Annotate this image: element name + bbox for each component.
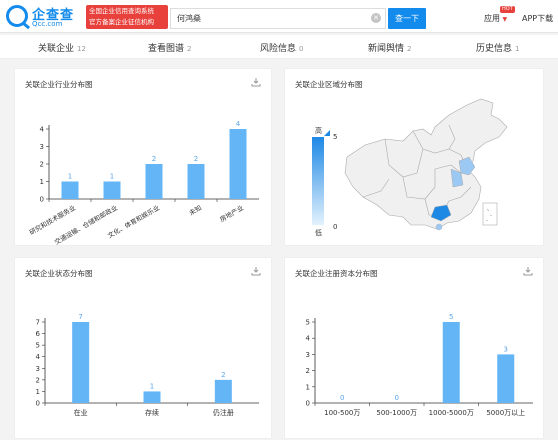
certification-badge[interactable]: 全国企业信用查询系统 官方备案企业征信机构 [86, 5, 168, 29]
tab-label: 查看图谱 [148, 44, 185, 54]
bar [187, 164, 205, 199]
bar [229, 129, 247, 199]
y-tick-label: 4 [36, 353, 41, 361]
legend-min-value: 0 [333, 223, 337, 231]
tab-graph[interactable]: 查看图谱 2 [148, 41, 191, 54]
tab-label: 新闻舆情 [368, 44, 405, 54]
data-label: 0 [340, 394, 344, 402]
y-tick-label: 6 [36, 330, 41, 338]
bar [143, 391, 161, 403]
tab-count: 12 [77, 45, 86, 53]
status-chart-card: 关联企业状态分布图 0 1 2 3 4 5 6 7 7 在业 1 存续 2 仍注册 [14, 257, 272, 439]
bar [103, 181, 121, 199]
y-tick-label: 0 [306, 400, 310, 408]
data-label: 0 [395, 394, 399, 402]
bar [61, 181, 79, 199]
x-tick-label: 未知 [187, 203, 203, 217]
logo-icon [6, 5, 28, 27]
x-tick-label: 5000万以上 [486, 408, 525, 417]
capital-bar-chart: 0 1 2 3 4 5 0 100-500万 0 500-1000万 5 1000-5000万 3 500… [306, 313, 533, 417]
south-sea-islands [485, 208, 493, 222]
south-sea-inset [482, 202, 498, 226]
tab-related-companies[interactable]: 关联企业 12 [38, 41, 86, 54]
bar [145, 164, 163, 199]
tab-history[interactable]: 历史信息 1 [476, 41, 519, 54]
y-tick-label: 5 [36, 342, 40, 350]
data-label: 7 [78, 313, 82, 321]
tab-bar: 关联企业 12 查看图谱 2 风险信息 0 新闻舆情 2 历史信息 1 [0, 35, 558, 59]
bar [72, 322, 90, 403]
legend-gradient-bar [312, 137, 324, 225]
y-tick-label: 2 [36, 376, 40, 384]
industry-chart-card: 关联企业行业分布图 0 1 2 3 4 1 研究和技术服务业 1 交通运输、仓储和邮政业 2 文化、… [14, 68, 272, 246]
y-tick-label: 1 [306, 383, 310, 391]
data-label: 1 [110, 173, 114, 181]
y-tick-label: 3 [36, 365, 40, 373]
industry-bar-chart: 012341研究和技术服务业1交通运输、仓储和邮政业2文化、体育和娱乐业2未知4… [27, 120, 259, 246]
y-tick-label: 0 [40, 196, 44, 204]
y-tick-label: 2 [40, 161, 44, 169]
tab-count: 2 [187, 45, 192, 53]
logo-domain: Qcc.com [32, 20, 63, 28]
region-map-card: 关联企业区域分布图 高 5 0 低 [284, 68, 544, 246]
search-box: ✕ [170, 8, 386, 29]
app-menu-label: 应用 [484, 14, 500, 23]
app-menu[interactable]: 应用 ▼ [484, 13, 507, 24]
tab-count: 0 [299, 45, 304, 53]
capital-chart-card: 关联企业注册资本分布图 0 1 2 3 4 5 0 100-500万 0 500-1000万 5 10… [284, 257, 544, 439]
app-download-link[interactable]: APP下载 [522, 13, 553, 24]
data-label: 1 [68, 173, 72, 181]
highlight-island[interactable] [435, 223, 443, 231]
tab-risk[interactable]: 风险信息 0 [260, 41, 303, 54]
data-label: 2 [221, 371, 225, 379]
search-button[interactable]: 查一下 [388, 8, 426, 29]
tab-news[interactable]: 新闻舆情 2 [368, 41, 411, 54]
y-tick-label: 1 [36, 388, 40, 396]
bar [214, 379, 232, 403]
y-tick-label: 1 [40, 178, 44, 186]
hot-tag: HOT [500, 6, 515, 13]
data-label: 2 [152, 155, 156, 163]
bar [442, 322, 460, 403]
badge-line-2: 官方备案企业征信机构 [89, 18, 154, 26]
china-region-map: 高 5 0 低 [312, 98, 508, 237]
y-tick-label: 2 [306, 367, 310, 375]
x-tick-label: 房地产业 [218, 203, 245, 224]
y-tick-label: 0 [36, 400, 40, 408]
y-tick-label: 4 [40, 126, 45, 134]
tab-label: 关联企业 [38, 44, 75, 54]
x-tick-label: 100-500万 [324, 409, 360, 417]
x-tick-label: 1000-5000万 [429, 409, 474, 417]
tab-label: 风险信息 [260, 44, 297, 54]
data-label: 1 [150, 382, 154, 390]
x-tick-label: 仍注册 [213, 408, 234, 417]
legend-low-label: 低 [315, 228, 322, 237]
legend-high-handle-icon[interactable] [324, 130, 330, 136]
data-label: 5 [449, 313, 453, 321]
bar [497, 354, 515, 403]
top-bar: 企查查 Qcc.com 全国企业信用查询系统 官方备案企业征信机构 ✕ 查一下 … [0, 0, 558, 33]
x-tick-label: 在业 [74, 408, 88, 417]
tab-count: 2 [407, 45, 412, 53]
caret-down-icon: ▼ [502, 16, 508, 23]
y-tick-label: 7 [36, 319, 40, 327]
y-tick-label: 3 [306, 351, 310, 359]
tab-label: 历史信息 [476, 44, 513, 54]
data-label: 4 [236, 120, 241, 128]
status-bar-chart: 0 1 2 3 4 5 6 7 7 在业 1 存续 2 仍注册 [36, 313, 259, 417]
y-tick-label: 5 [306, 319, 310, 327]
badge-line-1: 全国企业信用查询系统 [89, 7, 154, 15]
logo[interactable]: 企查查 Qcc.com [6, 4, 82, 30]
search-input[interactable] [171, 9, 367, 28]
y-tick-label: 4 [306, 335, 311, 343]
x-tick-label: 存续 [145, 408, 159, 417]
y-tick-label: 3 [40, 143, 44, 151]
tab-count: 1 [515, 45, 520, 53]
x-tick-label: 500-1000万 [376, 409, 417, 417]
data-label: 3 [504, 345, 508, 353]
legend-high-label: 高 [315, 126, 322, 135]
clear-icon[interactable]: ✕ [371, 13, 381, 23]
data-label: 2 [194, 155, 198, 163]
legend-max-value: 5 [333, 133, 337, 141]
